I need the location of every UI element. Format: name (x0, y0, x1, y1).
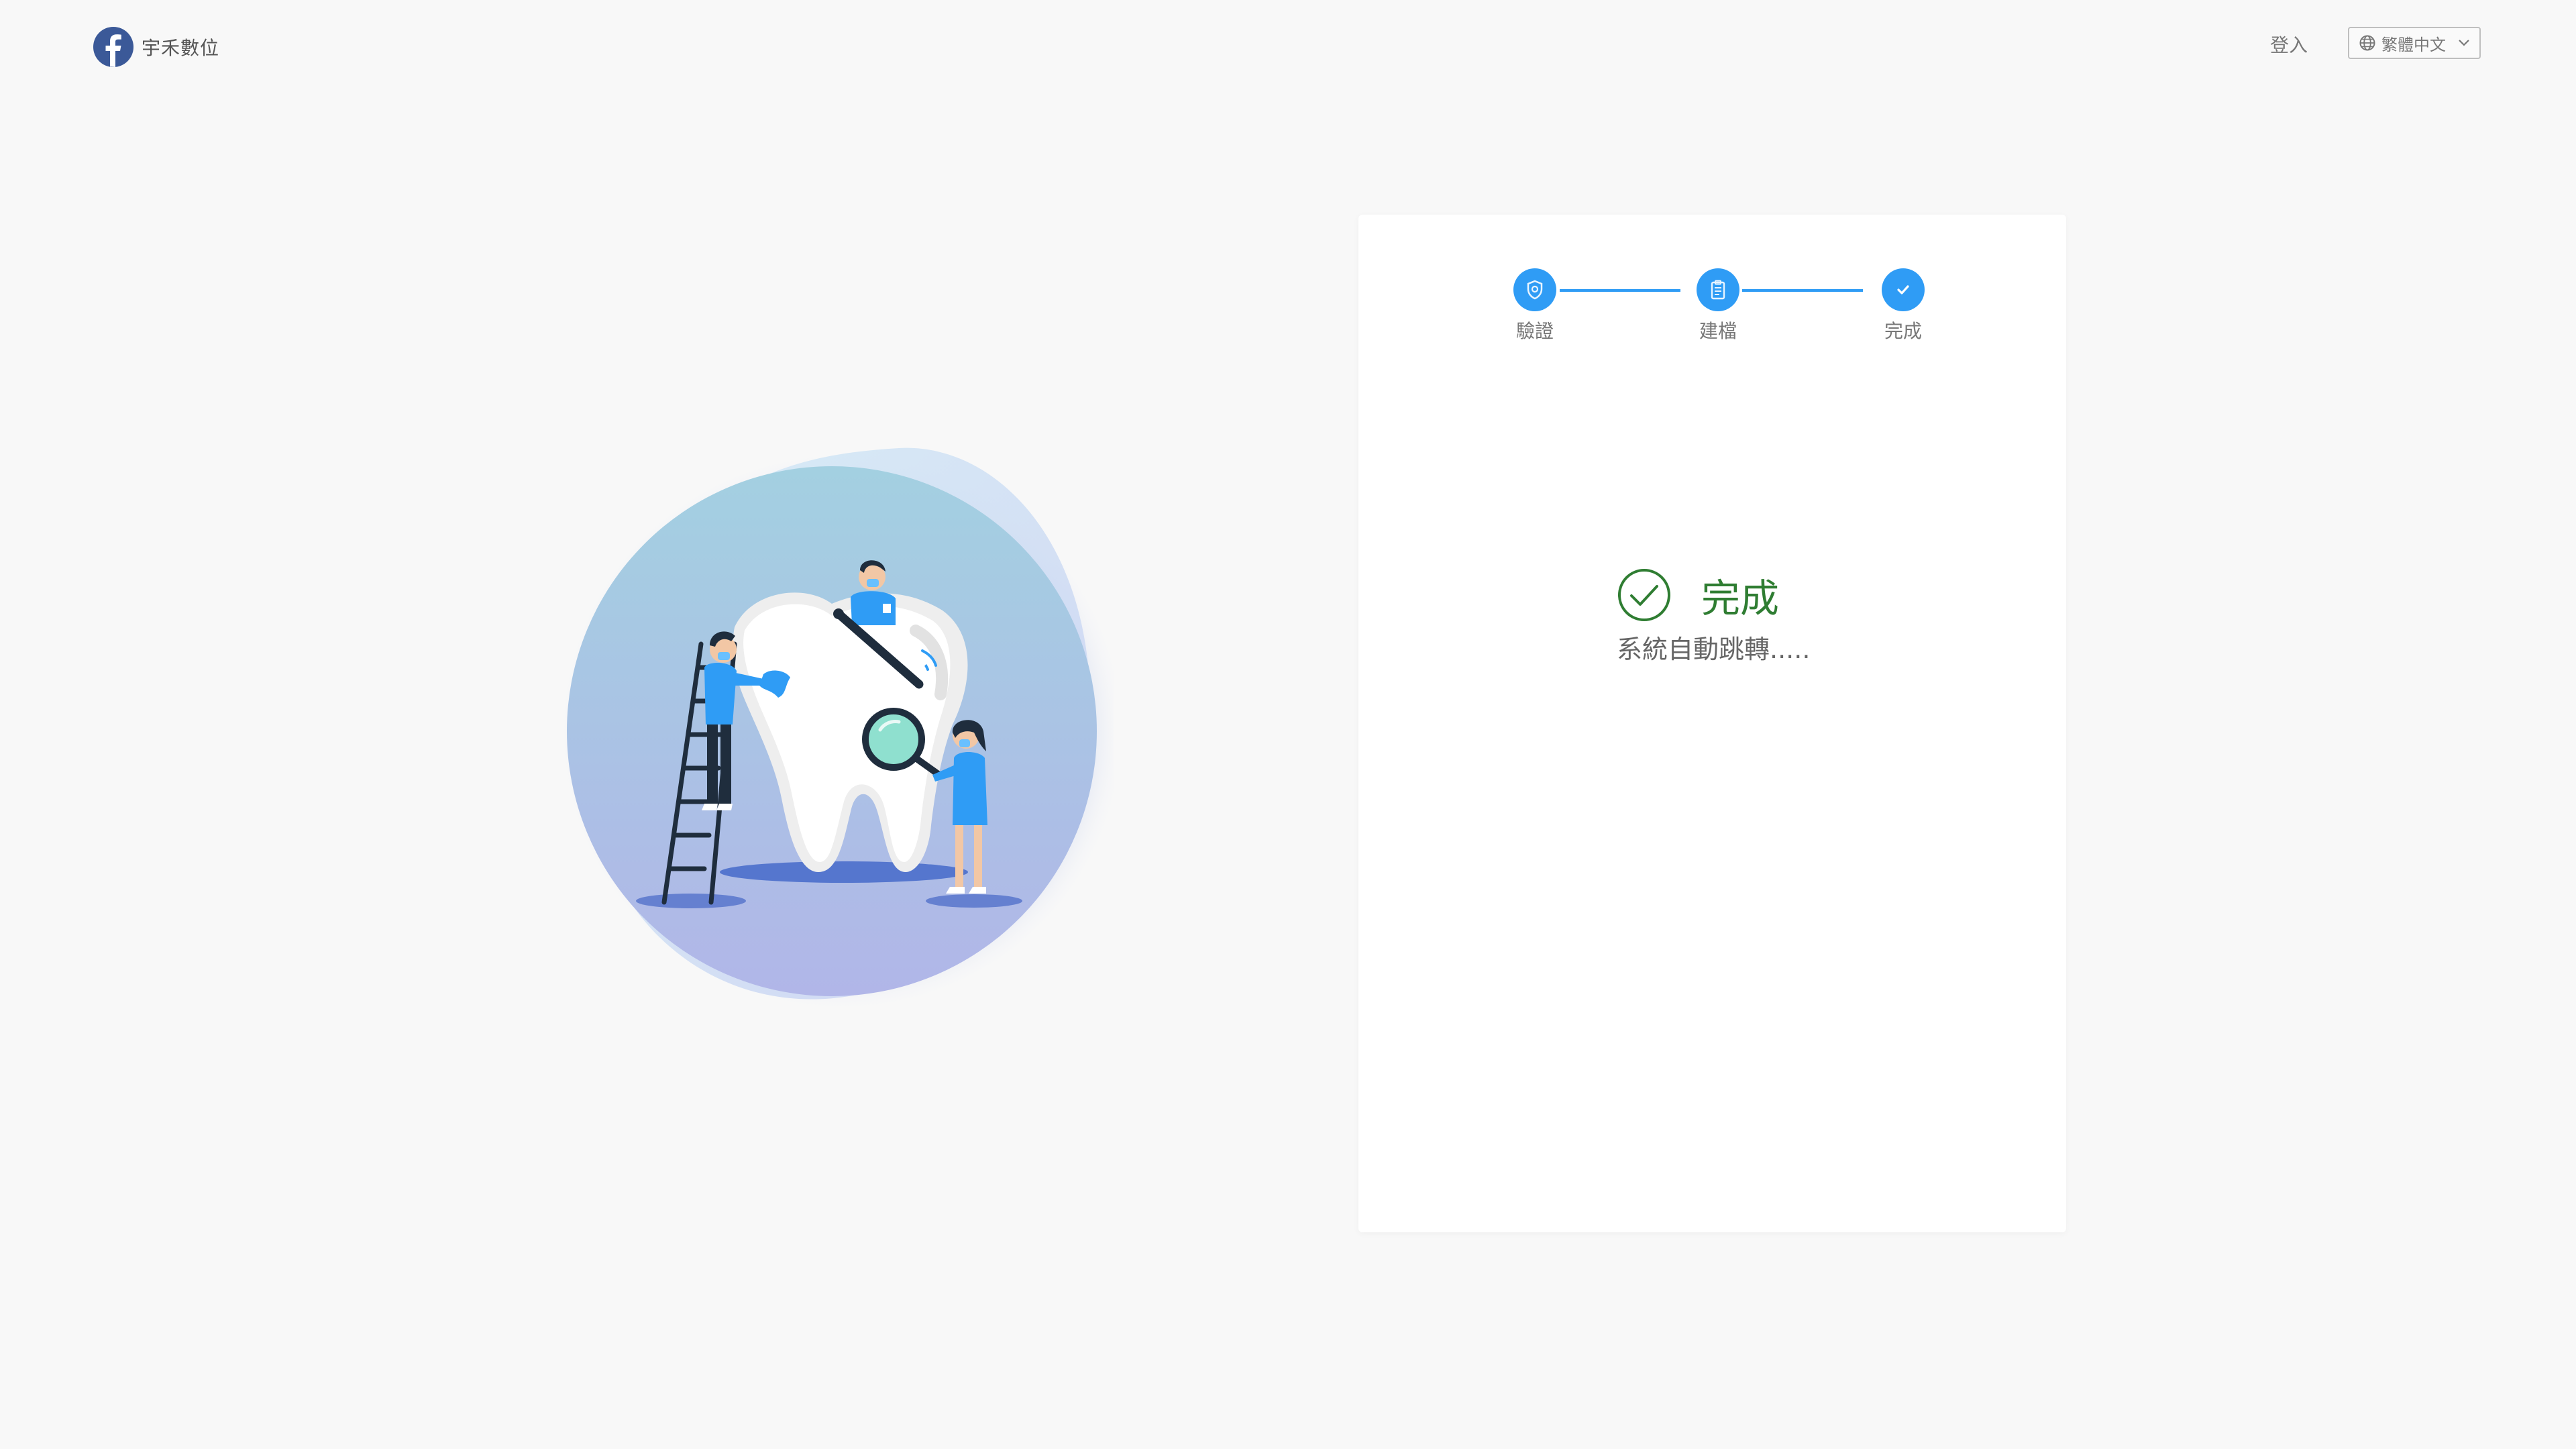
step-label: 建檔 (1699, 320, 1737, 342)
step-label: 完成 (1884, 320, 1922, 342)
step-complete: 完成 (1863, 268, 1943, 343)
check-circle-icon (1618, 569, 1670, 621)
brand[interactable]: 宇禾數位 (93, 27, 219, 67)
globe-icon (2359, 35, 2375, 51)
login-link[interactable]: 登入 (2270, 31, 2308, 58)
result-row: 完成 (1617, 567, 1810, 623)
result-card: 驗證 建檔 完成 完成 系統自動跳轉..... (1358, 215, 2066, 1232)
step-circle (1513, 268, 1556, 311)
clipboard-icon (1711, 280, 1725, 300)
check-icon (1897, 285, 1909, 294)
chevron-down-icon (2459, 40, 2469, 46)
result-title: 完成 (1701, 576, 1780, 621)
tooth-dental-care-illustration (557, 447, 1114, 1013)
redirect-message: 系統自動跳轉..... (1617, 635, 1811, 664)
language-label: 繁體中文 (2381, 35, 2446, 54)
steps-progress: 驗證 建檔 完成 (1493, 255, 1929, 342)
language-select[interactable]: 繁體中文 (2348, 27, 2481, 59)
step-circle (1882, 268, 1925, 311)
step-build: 建檔 (1678, 268, 1758, 343)
brand-name: 宇禾數位 (142, 37, 220, 59)
header: 宇禾數位 登入 繁體中文 (0, 0, 2576, 94)
step-connector (1560, 289, 1680, 292)
step-label: 驗證 (1515, 320, 1554, 342)
facebook-logo-icon (93, 27, 133, 67)
step-circle (1697, 268, 1739, 311)
step-connector (1742, 289, 1863, 292)
result-message: 完成 系統自動跳轉..... (1617, 567, 1810, 665)
step-verify: 驗證 (1495, 268, 1575, 343)
page: 宇禾數位 登入 繁體中文 驗證 建檔 完成 完成 系統自動跳轉..... (0, 0, 2576, 1449)
shield-icon (1527, 280, 1543, 300)
